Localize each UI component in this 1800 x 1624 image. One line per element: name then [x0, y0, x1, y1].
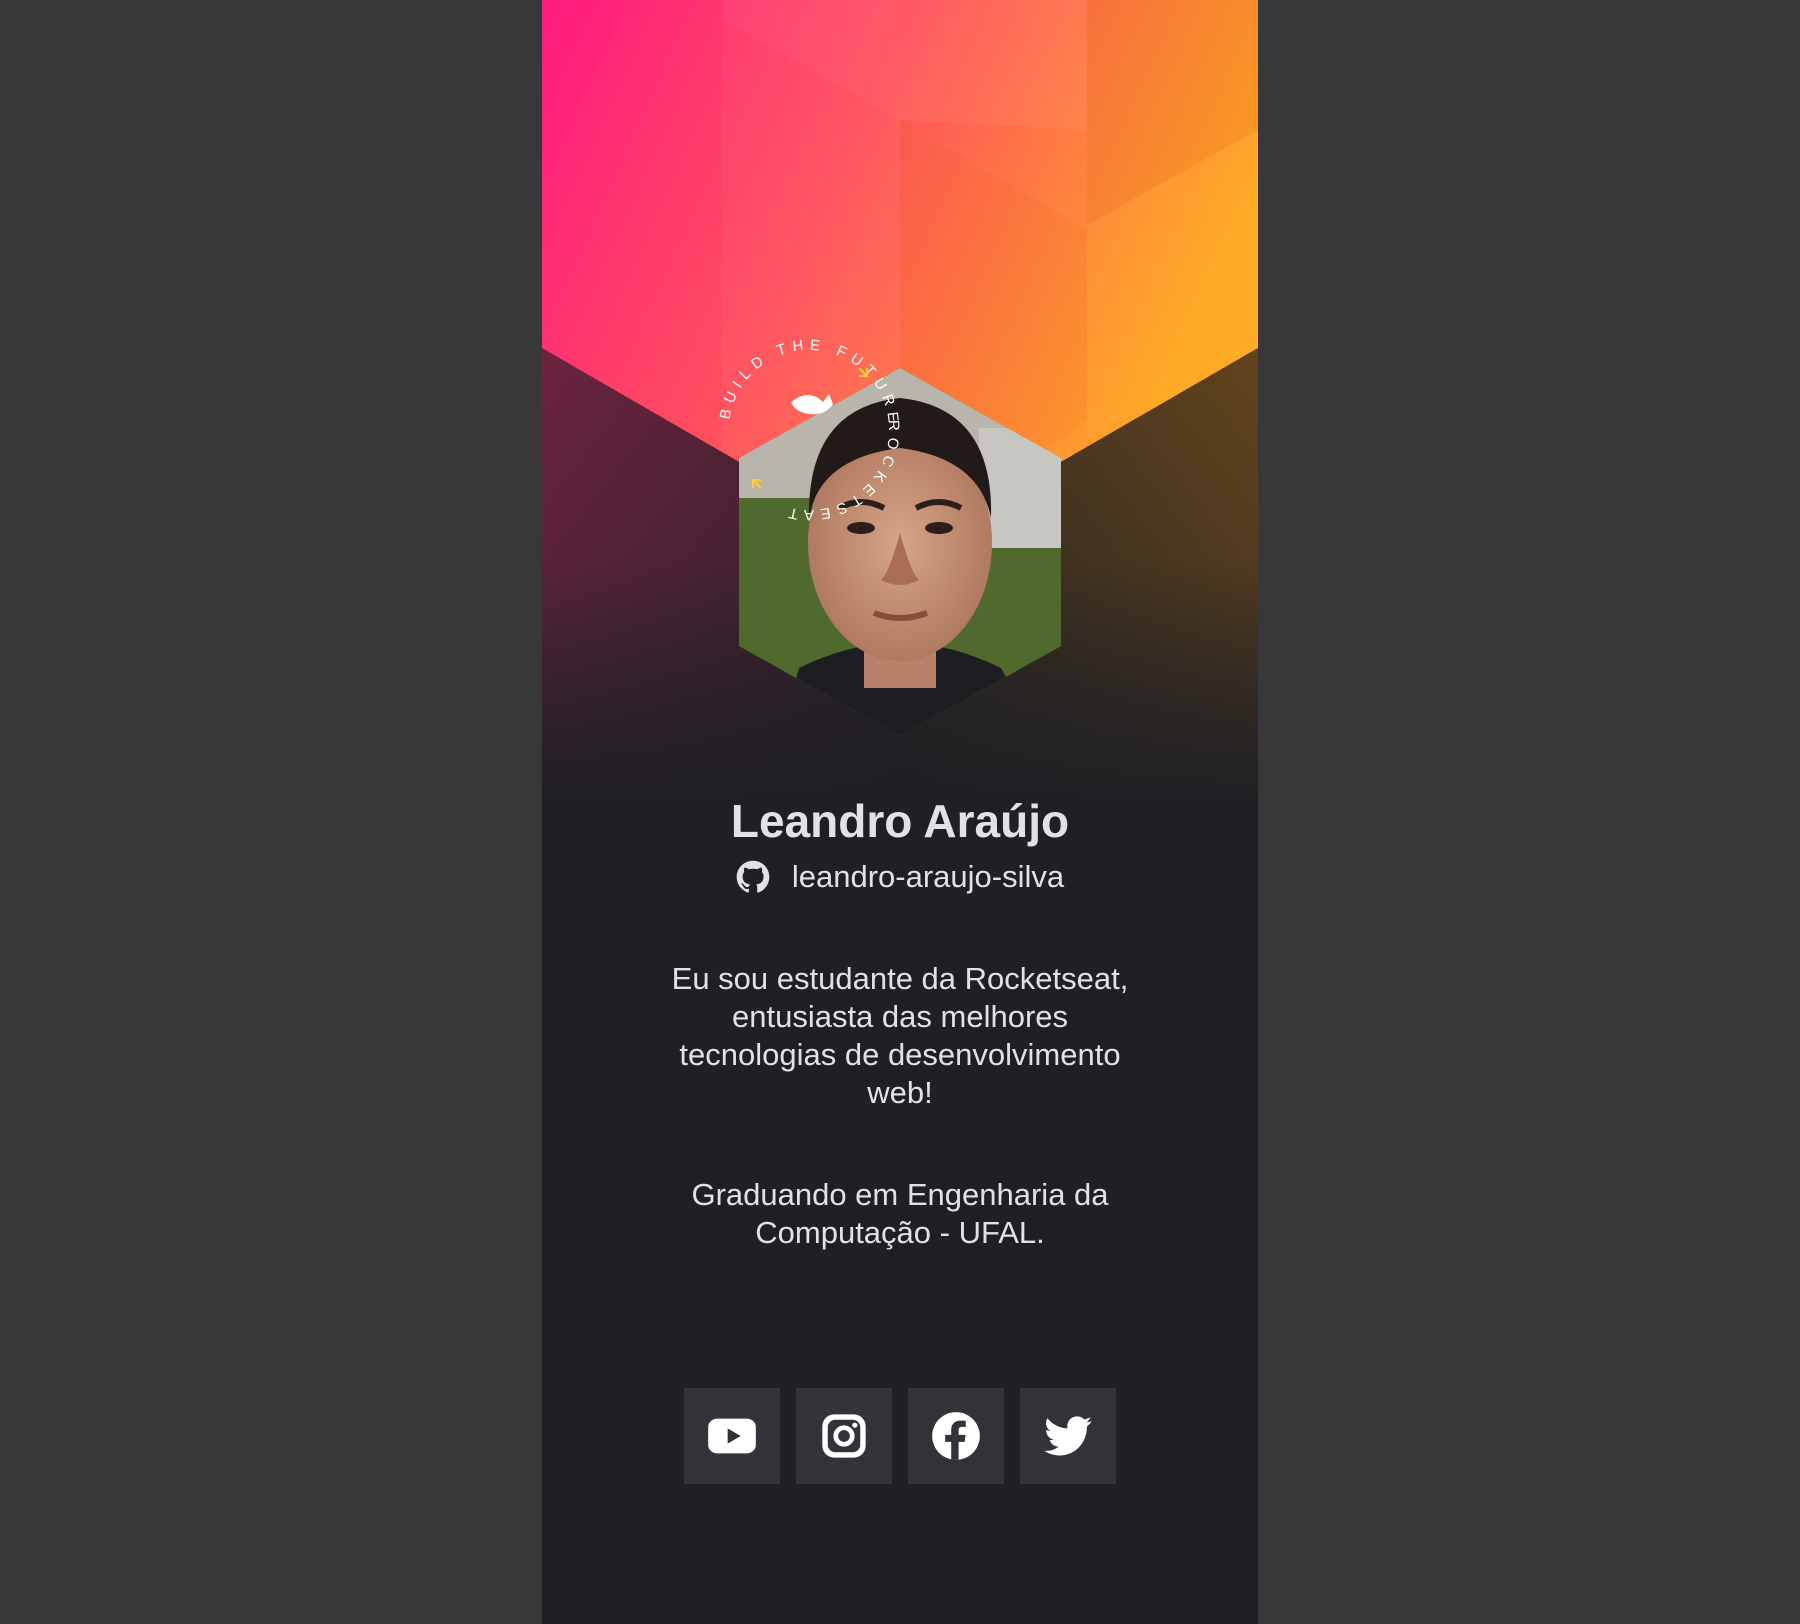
svg-text:BUILD THE FUTURE: BUILD THE FUTURE [717, 337, 903, 429]
github-icon [736, 860, 770, 893]
facebook-button[interactable] [908, 1388, 1004, 1484]
instagram-button[interactable] [796, 1388, 892, 1484]
profile-name: Leandro Araújo [730, 795, 1070, 847]
youtube-icon [708, 1418, 756, 1454]
facebook-icon [932, 1412, 980, 1460]
youtube-button[interactable] [684, 1388, 780, 1484]
github-username[interactable]: leandro-araujo-silva [792, 857, 1064, 897]
twitter-button[interactable] [1020, 1388, 1116, 1484]
instagram-icon [822, 1414, 866, 1458]
arrow-icon [752, 479, 762, 489]
github-link[interactable]: leandro-araujo-silva [542, 852, 1258, 902]
twitter-icon [1044, 1416, 1092, 1456]
bio-paragraph-1: Eu sou estudante da Rocketseat, entusias… [671, 961, 1129, 1110]
bio-paragraph-2: Graduando em Engenharia da Computação - … [691, 1177, 1109, 1250]
rocketseat-badge: BUILD THE FUTURE ROCKETSEAT [717, 337, 903, 524]
social-links [684, 1388, 1116, 1484]
svg-text:ROCKETSEAT: ROCKETSEAT [781, 420, 902, 523]
avatar-container: BUILD THE FUTURE ROCKETSEAT [717, 330, 1061, 736]
badge-ring-text-top: BUILD THE FUTURE [717, 337, 897, 429]
profile-card: BUILD THE FUTURE ROCKETSEAT Leandro Araú… [542, 0, 1258, 1624]
rocket-icon [791, 394, 833, 415]
badge-ring-text-side: ROCKETSEAT [781, 420, 896, 523]
